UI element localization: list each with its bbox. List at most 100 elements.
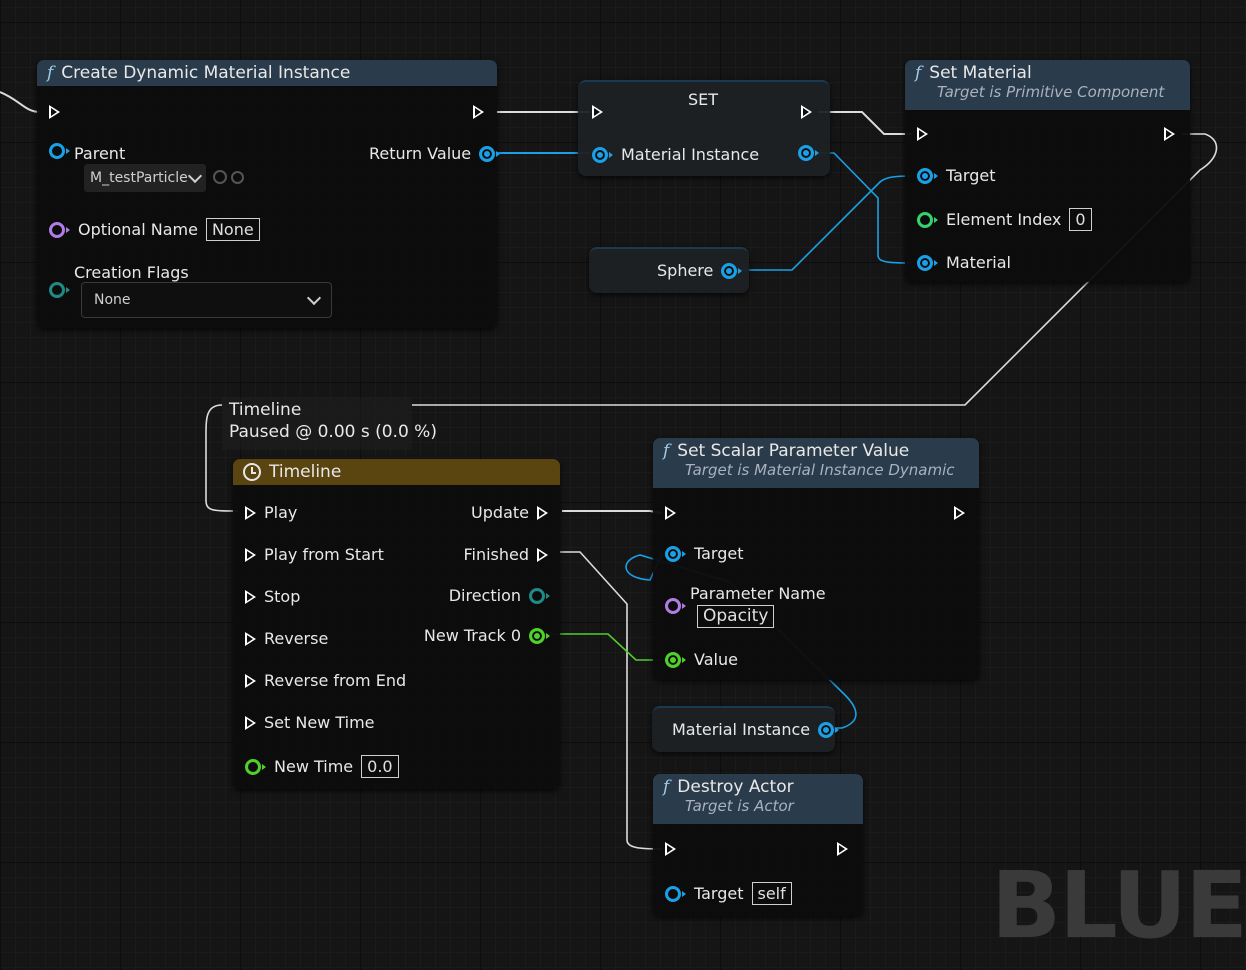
node-subtitle: Target is Material Instance Dynamic — [685, 461, 955, 479]
exec-out-icon — [954, 506, 965, 520]
set-new-time-pin[interactable]: Set New Time — [245, 713, 375, 732]
update-pin[interactable]: Update — [471, 503, 548, 522]
exec-out-pin[interactable] — [954, 506, 965, 520]
element-index-pin[interactable]: Element Index 0 — [917, 208, 1092, 231]
new-track-label: New Track 0 — [423, 626, 521, 645]
exec-in-pin[interactable] — [665, 842, 676, 856]
timeline-comment[interactable]: Timeline Paused @ 0.00 s (0.0 %) — [222, 398, 437, 450]
target-self-input[interactable]: self — [751, 882, 792, 905]
exec-out-pin[interactable] — [801, 105, 812, 119]
value-pin[interactable]: Value — [665, 650, 738, 669]
parameter-name-input[interactable]: Opacity — [697, 605, 775, 628]
element-index-label: Element Index — [946, 210, 1062, 229]
timeline-node[interactable]: Timeline Play Play from Start Stop Rever… — [233, 459, 560, 789]
play-from-start-pin[interactable]: Play from Start — [245, 545, 384, 564]
parameter-name-pin[interactable] — [665, 598, 686, 614]
function-icon: f — [663, 441, 670, 461]
finished-pin[interactable]: Finished — [463, 545, 548, 564]
new-time-input[interactable]: 0.0 — [361, 755, 399, 778]
material-instance-out-pin[interactable] — [798, 145, 819, 161]
exec-in-icon — [49, 105, 60, 119]
name-pin-icon — [665, 598, 681, 614]
node-header[interactable]: f Set Scalar Parameter Value Target is M… — [653, 438, 979, 488]
play-pin[interactable]: Play — [245, 503, 297, 522]
node-title: Timeline — [269, 462, 342, 482]
value-label: Value — [694, 650, 738, 669]
parent-pin[interactable] — [49, 143, 70, 159]
optional-name-pin[interactable]: Optional Name None — [49, 218, 260, 241]
material-pin[interactable]: Material — [917, 253, 1011, 272]
node-header[interactable]: Timeline — [233, 459, 560, 485]
browse-search-icon[interactable] — [231, 170, 244, 184]
object-pin-icon — [665, 885, 681, 902]
node-header[interactable]: f Destroy Actor Target is Actor — [653, 774, 863, 824]
exec-in-icon — [592, 105, 603, 119]
material-instance-pin[interactable]: Material Instance — [672, 720, 840, 739]
parent-label: Parent — [74, 144, 126, 163]
exec-in-pin[interactable] — [665, 506, 676, 520]
stop-pin[interactable]: Stop — [245, 587, 300, 606]
create-dynamic-material-instance-node[interactable]: f Create Dynamic Material Instance Paren… — [37, 60, 501, 328]
exec-in-icon — [665, 842, 676, 856]
exec-out-pin[interactable] — [837, 842, 848, 856]
destroy-actor-node[interactable]: f Destroy Actor Target is Actor Target s… — [653, 774, 863, 916]
exec-in-icon — [917, 127, 928, 141]
enum-pin-icon — [49, 282, 65, 298]
set-new-time-label: Set New Time — [264, 713, 375, 732]
target-label: Target — [694, 544, 744, 563]
exec-in-icon — [245, 589, 256, 604]
material-instance-label: Material Instance — [672, 720, 811, 739]
creation-flags-pin[interactable] — [49, 282, 70, 298]
direction-pin[interactable]: Direction — [449, 586, 550, 605]
material-instance-variable-node[interactable]: Material Instance — [652, 706, 840, 752]
exec-out-pin[interactable] — [1164, 127, 1175, 141]
set-material-node[interactable]: f Set Material Target is Primitive Compo… — [905, 60, 1190, 282]
new-track-pin[interactable]: New Track 0 — [424, 626, 550, 645]
set-scalar-parameter-node[interactable]: f Set Scalar Parameter Value Target is M… — [653, 438, 979, 680]
target-label: Target — [694, 884, 744, 903]
node-title: Set Scalar Parameter Value — [677, 441, 910, 461]
return-value-pin[interactable]: Return Value — [369, 144, 501, 163]
material-instance-label: Material Instance — [621, 145, 760, 164]
parent-asset-dropdown[interactable]: M_testParticle — [84, 164, 206, 192]
exec-out-icon — [1164, 127, 1175, 141]
element-index-input[interactable]: 0 — [1069, 208, 1092, 231]
reverse-pin[interactable]: Reverse — [245, 629, 328, 648]
exec-in-icon — [245, 547, 256, 562]
exec-in-icon — [245, 505, 256, 520]
reverse-from-end-pin[interactable]: Reverse from End — [245, 671, 406, 690]
object-pin-icon — [49, 143, 65, 159]
node-header[interactable]: f Create Dynamic Material Instance — [37, 60, 497, 86]
sphere-pin[interactable]: Sphere — [657, 261, 743, 280]
update-label: Update — [471, 503, 529, 522]
use-selected-asset-icon[interactable] — [213, 170, 227, 184]
set-variable-node[interactable]: SET Material Instance — [578, 80, 830, 176]
creation-flags-value: None — [94, 292, 131, 308]
new-time-label: New Time — [274, 757, 354, 776]
creation-flags-dropdown[interactable]: None — [81, 282, 332, 318]
target-pin[interactable]: Target — [665, 544, 744, 563]
exec-out-icon — [801, 105, 812, 119]
exec-out-pin[interactable] — [473, 105, 484, 119]
optional-name-input[interactable]: None — [205, 218, 260, 241]
name-pin-icon — [49, 221, 65, 238]
target-pin[interactable]: Target self — [665, 882, 792, 905]
sphere-variable-node[interactable]: Sphere — [589, 247, 749, 293]
target-pin[interactable]: Target — [917, 166, 996, 185]
exec-in-pin[interactable] — [592, 105, 603, 119]
exec-in-pin[interactable] — [49, 105, 60, 119]
exec-out-icon — [837, 842, 848, 856]
new-time-pin[interactable]: New Time 0.0 — [245, 755, 399, 778]
float-pin-icon — [665, 651, 681, 668]
exec-in-pin[interactable] — [917, 127, 928, 141]
material-instance-in-pin[interactable]: Material Instance — [592, 145, 759, 164]
object-pin-icon — [917, 254, 933, 271]
return-value-label: Return Value — [369, 144, 472, 163]
node-header[interactable]: f Set Material Target is Primitive Compo… — [905, 60, 1190, 110]
function-icon: f — [663, 777, 670, 797]
object-pin-icon — [665, 545, 681, 562]
exec-in-icon — [245, 631, 256, 646]
finished-label: Finished — [463, 545, 529, 564]
int-pin-icon — [917, 211, 933, 228]
parent-asset-value: M_testParticle — [90, 170, 188, 186]
